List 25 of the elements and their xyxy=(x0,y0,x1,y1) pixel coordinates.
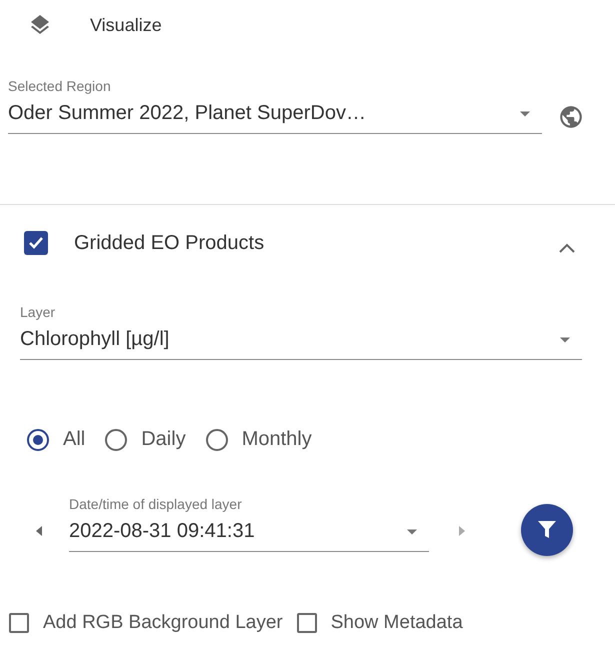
region-select[interactable]: Oder Summer 2022, Planet SuperDov… xyxy=(8,102,542,134)
chevron-up-icon[interactable] xyxy=(559,243,575,253)
radio-option[interactable]: Monthly xyxy=(206,428,312,451)
globe-icon[interactable] xyxy=(558,104,584,130)
checkbox-label[interactable]: Show Metadata xyxy=(330,612,463,634)
radio-option[interactable]: All xyxy=(27,428,86,451)
filter-button[interactable] xyxy=(521,504,573,556)
field-label: Date/time of displayed layer xyxy=(69,496,243,512)
dropdown-caret-icon[interactable] xyxy=(520,110,530,116)
filter-icon xyxy=(538,520,556,540)
layer-select[interactable]: Chlorophyll [µg/l] xyxy=(20,328,582,360)
checkbox[interactable] xyxy=(9,613,29,633)
panel-title: Visualize xyxy=(90,14,162,36)
field-label: Layer xyxy=(20,304,56,320)
checkbox[interactable] xyxy=(296,613,317,633)
datetime-select[interactable]: 2022-08-31 09:41:31 xyxy=(69,520,429,552)
checkbox[interactable] xyxy=(24,231,48,255)
field-label: Selected Region xyxy=(8,78,112,94)
checkmark-icon xyxy=(28,236,44,250)
section-title: Gridded EO Products xyxy=(74,232,266,254)
previous-arrow-icon[interactable] xyxy=(36,526,42,536)
radio-option[interactable]: Daily xyxy=(105,428,186,451)
dropdown-caret-icon[interactable] xyxy=(560,336,570,342)
dropdown-caret-icon[interactable] xyxy=(407,528,417,534)
checkbox-label[interactable]: Add RGB Background Layer xyxy=(43,612,283,634)
